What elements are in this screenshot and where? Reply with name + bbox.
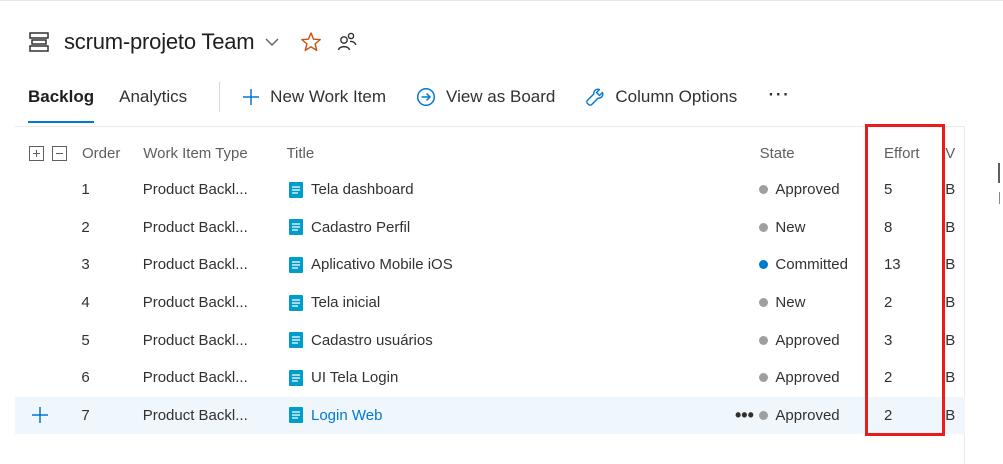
column-options-label: Column Options <box>615 87 738 106</box>
table-row[interactable]: 2 Product Backl... Cadastro Perfil New 8… <box>15 209 965 247</box>
v-cell: B <box>945 256 956 274</box>
tab-analytics[interactable]: Analytics <box>119 80 187 114</box>
order-cell: 6 <box>81 369 90 387</box>
view-as-board-button[interactable]: View as Board <box>416 80 555 114</box>
type-cell: Product Backl... <box>142 256 248 274</box>
toolbar-separator <box>219 82 221 112</box>
view-as-board-label: View as Board <box>446 87 556 106</box>
state-dot <box>759 260 769 270</box>
v-cell: B <box>945 294 956 312</box>
arrow-circle-icon <box>416 87 436 107</box>
type-cell: Product Backl... <box>142 369 248 387</box>
table-row[interactable]: 3 Product Backl... Aplicativo Mobile iOS… <box>15 246 965 284</box>
product-backlog-item-icon <box>289 181 303 198</box>
state-label: New <box>775 294 806 312</box>
title-cell: Tela inicial <box>286 294 759 312</box>
table-row[interactable]: 1 Product Backl... Tela dashboard Approv… <box>15 171 965 209</box>
state-label: Approved <box>775 406 840 424</box>
toolbar-divider <box>15 126 965 127</box>
favorite-star-icon[interactable] <box>300 31 322 53</box>
column-options-button[interactable]: Column Options <box>585 80 737 114</box>
product-backlog-item-icon <box>289 332 303 349</box>
plus-icon <box>243 89 260 105</box>
state-dot <box>759 410 769 420</box>
top-border <box>0 0 1003 5</box>
grid-header-row: Order Work Item Type Title State Effort … <box>15 135 965 171</box>
wrench-icon <box>586 88 604 106</box>
chevron-down-icon[interactable] <box>264 34 280 50</box>
product-backlog-item-icon <box>289 256 303 273</box>
v-cell: B <box>945 181 956 199</box>
table-row[interactable]: 6 Product Backl... UI Tela Login Approve… <box>15 359 965 397</box>
type-cell: Product Backl... <box>142 218 248 236</box>
order-cell: 3 <box>81 256 90 274</box>
state-label: Approved <box>775 331 840 349</box>
side-panel-fragment <box>999 192 1000 204</box>
backlog-icon <box>29 32 49 52</box>
team-members-icon[interactable] <box>336 31 358 53</box>
new-work-item-button[interactable]: New Work Item <box>242 80 386 114</box>
type-cell: Product Backl... <box>142 331 248 349</box>
toolbar: Backlog Analytics New Work Item View as … <box>28 80 790 123</box>
state-label: New <box>775 218 806 236</box>
column-header-type[interactable]: Work Item Type <box>143 145 286 162</box>
table-row[interactable]: 4 Product Backl... Tela inicial New 2 B <box>15 284 965 322</box>
column-header-v[interactable]: V <box>945 145 965 162</box>
work-item-title[interactable]: Cadastro usuários <box>311 332 433 349</box>
product-backlog-item-icon <box>289 369 303 386</box>
collapse-all-icon[interactable] <box>52 145 67 161</box>
new-work-item-label: New Work Item <box>270 87 387 106</box>
order-cell: 4 <box>81 294 90 312</box>
table-row[interactable]: 5 Product Backl... Cadastro usuários App… <box>15 321 965 359</box>
state-dot <box>759 373 769 383</box>
title-cell: Cadastro usuários <box>286 331 759 349</box>
type-cell: Product Backl... <box>142 181 248 199</box>
order-cell: 1 <box>81 181 90 199</box>
state-label: Approved <box>775 369 840 387</box>
backlog-grid: Order Work Item Type Title State Effort … <box>15 135 965 435</box>
tab-backlog[interactable]: Backlog <box>28 80 95 123</box>
expand-all-icon[interactable] <box>29 145 44 161</box>
title-cell: Cadastro Perfil <box>286 218 759 236</box>
state-label: Committed <box>775 256 848 274</box>
row-more-actions-button[interactable]: ••• <box>735 405 754 426</box>
order-cell: 2 <box>81 218 90 236</box>
page-header: scrum-projeto Team <box>28 26 358 58</box>
work-item-title[interactable]: Tela inicial <box>311 294 380 311</box>
state-dot <box>759 298 769 308</box>
v-cell: B <box>945 369 956 387</box>
title-cell: Login Web <box>286 406 759 424</box>
product-backlog-item-icon <box>289 219 303 236</box>
state-dot <box>759 335 769 345</box>
state-dot <box>759 185 769 195</box>
title-cell: UI Tela Login <box>286 369 759 387</box>
product-backlog-item-icon <box>289 407 303 424</box>
title-cell: Tela dashboard <box>286 181 759 199</box>
team-title: scrum-projeto Team <box>64 29 255 54</box>
more-actions-button[interactable]: ⋯ <box>767 83 790 105</box>
table-row-selected[interactable]: 7 Product Backl... Login Web ••• Approve… <box>15 396 965 435</box>
column-header-order[interactable]: Order <box>66 145 143 162</box>
type-cell: Product Backl... <box>142 294 248 312</box>
state-dot <box>759 222 769 232</box>
order-cell: 5 <box>81 331 90 349</box>
order-cell: 7 <box>81 406 90 424</box>
title-cell: Aplicativo Mobile iOS <box>286 256 759 274</box>
side-panel-fragment <box>998 163 1000 183</box>
work-item-title[interactable]: UI Tela Login <box>311 369 398 386</box>
state-label: Approved <box>775 181 840 199</box>
work-item-title[interactable]: Tela dashboard <box>311 181 414 198</box>
work-item-title[interactable]: Aplicativo Mobile iOS <box>311 256 453 273</box>
product-backlog-item-icon <box>289 294 303 311</box>
effort-column-highlight-annotation <box>865 124 945 436</box>
expand-collapse-controls <box>15 145 67 161</box>
work-item-title[interactable]: Cadastro Perfil <box>311 219 410 236</box>
v-cell: B <box>945 331 956 349</box>
v-cell: B <box>945 218 956 236</box>
add-child-plus-icon[interactable] <box>15 406 49 424</box>
work-item-title-link[interactable]: Login Web <box>311 407 382 424</box>
column-header-title[interactable]: Title <box>286 145 759 162</box>
type-cell: Product Backl... <box>142 406 248 424</box>
v-cell: B <box>945 406 956 424</box>
